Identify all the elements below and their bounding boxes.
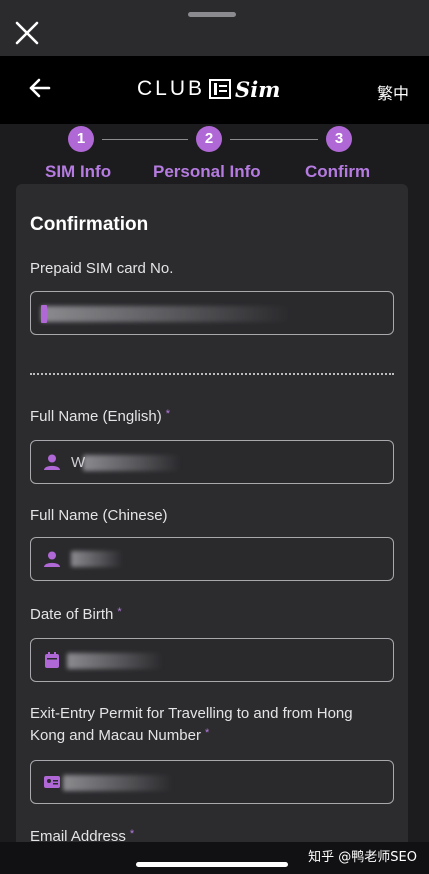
person-icon bbox=[43, 550, 61, 568]
step-3-indicator: 3 bbox=[326, 126, 352, 152]
sim-card-field[interactable] bbox=[30, 291, 394, 335]
sheet-top-bar bbox=[0, 0, 429, 56]
full-name-cn-label: Full Name (Chinese) bbox=[30, 507, 168, 524]
redacted-value bbox=[67, 653, 163, 669]
full-name-cn-field[interactable] bbox=[30, 537, 394, 581]
person-icon bbox=[43, 453, 61, 471]
dob-field[interactable] bbox=[30, 638, 394, 682]
logo-text: CLUB bbox=[137, 77, 206, 100]
redacted-value bbox=[83, 455, 181, 471]
id-card-icon bbox=[43, 773, 61, 791]
full-name-en-field[interactable]: W bbox=[30, 440, 394, 484]
permit-label-line1: Exit-Entry Permit for Travelling to and … bbox=[30, 705, 353, 722]
sheet-grabber[interactable] bbox=[188, 12, 236, 17]
dob-label: Date of Birth * bbox=[30, 606, 122, 623]
permit-label-line2: Kong and Macau Number * bbox=[30, 727, 210, 744]
redacted-value bbox=[71, 551, 123, 567]
step-1-indicator: 1 bbox=[68, 126, 94, 152]
step-connector bbox=[102, 139, 188, 140]
confirmation-card: Confirmation Prepaid SIM card No. Full N… bbox=[16, 184, 408, 864]
app-header: CLUB Sim 繁中 bbox=[0, 56, 429, 124]
section-divider bbox=[30, 373, 394, 375]
logo-mark-icon bbox=[209, 79, 232, 99]
redacted-value bbox=[63, 775, 173, 791]
step-connector bbox=[230, 139, 318, 140]
home-indicator[interactable] bbox=[136, 862, 288, 867]
close-icon[interactable] bbox=[14, 20, 40, 46]
step-2-label: Personal Info bbox=[153, 162, 261, 181]
step-2-indicator: 2 bbox=[196, 126, 222, 152]
back-arrow-icon[interactable] bbox=[28, 76, 52, 100]
watermark-text: 知乎 @鸭老师SEO bbox=[308, 850, 417, 865]
permit-field[interactable] bbox=[30, 760, 394, 804]
step-1-label: SIM Info bbox=[45, 162, 112, 181]
progress-stepper: 1 2 3 SIM Info Personal Info Confirm bbox=[0, 124, 429, 184]
logo-script-text: Sim bbox=[235, 76, 281, 102]
language-toggle[interactable]: 繁中 bbox=[377, 80, 409, 104]
club-sim-logo: CLUB Sim bbox=[137, 76, 280, 102]
full-name-en-label: Full Name (English) * bbox=[30, 408, 170, 425]
sim-card-label: Prepaid SIM card No. bbox=[30, 260, 174, 277]
bottom-bar: 知乎 @鸭老师SEO bbox=[0, 842, 429, 874]
card-title: Confirmation bbox=[30, 214, 149, 235]
sim-card-icon bbox=[41, 305, 47, 323]
redacted-value bbox=[41, 306, 291, 322]
calendar-icon bbox=[43, 651, 61, 669]
step-3-label: Confirm bbox=[305, 162, 371, 181]
